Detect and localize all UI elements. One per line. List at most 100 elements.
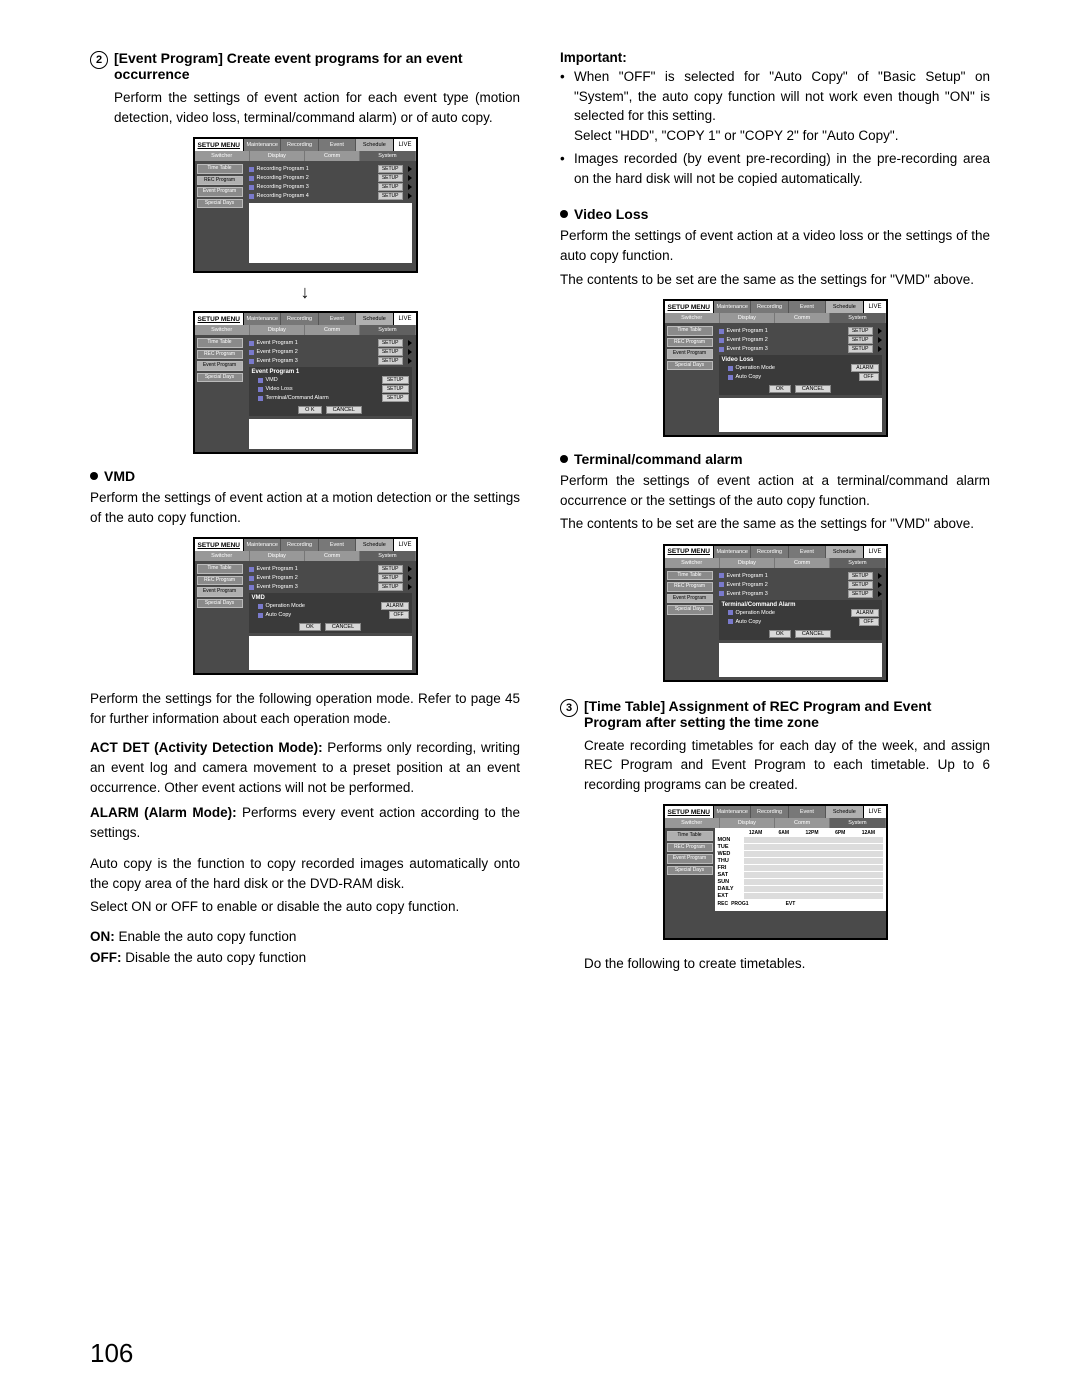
setup-btn: SETUP <box>378 165 403 173</box>
tab: Schedule <box>356 139 393 151</box>
subtab: Switcher <box>665 313 720 323</box>
setup-btn: SETUP <box>378 574 403 582</box>
vloss-title: Video Loss <box>574 206 648 222</box>
setup-btn: SETUP <box>378 192 403 200</box>
val-off: OFF <box>859 618 879 626</box>
circled-2-icon: 2 <box>90 51 108 69</box>
section-3-title: [Time Table] Assignment of REC Program a… <box>584 698 990 730</box>
row-label: Recording Program 2 <box>257 175 375 181</box>
row-label: Event Program 2 <box>257 349 375 355</box>
cancel-btn: CANCEL <box>325 623 361 631</box>
day-label: WED <box>718 851 742 857</box>
setup-menu-shot-1: SETUP MENU Maintenance Recording Event S… <box>193 137 418 273</box>
section-2-head: 2 [Event Program] Create event programs … <box>90 50 520 82</box>
live-label: LIVE <box>863 301 885 313</box>
box-title: Video Loss <box>722 357 879 363</box>
setup-btn: SETUP <box>848 336 873 344</box>
on-text: Enable the auto copy function <box>115 929 297 944</box>
tab: Recording <box>751 806 788 818</box>
important-item-2: Images recorded (by event pre-recording)… <box>560 149 990 188</box>
vloss-head: Video Loss <box>560 206 990 222</box>
section-2-p1: Perform the settings of event action for… <box>90 88 520 127</box>
side-btn: Time Table <box>667 831 713 841</box>
setup-btn: SETUP <box>848 327 873 335</box>
box-title: Event Program 1 <box>252 369 409 375</box>
subtab: System <box>360 151 415 161</box>
tab: Schedule <box>826 806 863 818</box>
box-row: Terminal/Command Alarm <box>266 395 329 401</box>
on-label: ON: <box>90 929 115 944</box>
vmd-head: VMD <box>90 468 520 484</box>
time-head: 12PM <box>798 830 826 836</box>
tri-icon <box>408 584 412 590</box>
section-3-p1: Create recording timetables for each day… <box>560 736 990 795</box>
important-list: When "OFF" is selected for "Auto Copy" o… <box>560 67 990 188</box>
setup-btn: SETUP <box>848 345 873 353</box>
side-btn: Event Program <box>197 587 243 597</box>
side-btn: REC Program <box>197 576 243 586</box>
box-title: VMD <box>252 595 409 601</box>
setup-btn: SETUP <box>848 572 873 580</box>
side-btn: Event Program <box>667 349 713 359</box>
tab: Event <box>789 301 826 313</box>
box-row: Auto Copy <box>736 619 762 625</box>
important-head: Important: <box>560 50 990 65</box>
alarm-label: ALARM (Alarm Mode): <box>90 805 237 820</box>
day-label: SUN <box>718 879 742 885</box>
side-btn: Time Table <box>667 571 713 581</box>
val-alarm: ALARM <box>851 609 878 617</box>
side-btn: Time Table <box>197 564 243 574</box>
setup-btn: SETUP <box>382 376 409 384</box>
tab: Schedule <box>356 539 393 551</box>
cancel-btn: CANCEL <box>795 385 831 393</box>
tca-title: Terminal/command alarm <box>574 451 743 467</box>
time-head: 6PM <box>826 830 854 836</box>
circled-3-icon: 3 <box>560 699 578 717</box>
tri-icon <box>878 328 882 334</box>
tab: Maintenance <box>244 139 281 151</box>
setup-menu-shot-4: SETUP MENU Maintenance Recording Event S… <box>663 299 888 437</box>
tab: Recording <box>281 539 318 551</box>
row-label: Event Program 2 <box>727 337 845 343</box>
imp1b-text: Select "HDD", "COPY 1" or "COPY 2" for "… <box>574 128 898 143</box>
shot-title: SETUP MENU <box>665 546 715 558</box>
ok-btn: O K <box>298 406 321 414</box>
tab: Schedule <box>356 313 393 325</box>
setup-btn: SETUP <box>848 581 873 589</box>
box-row: Auto Copy <box>266 612 292 618</box>
side-btn: Time Table <box>197 338 243 348</box>
side-btn: REC Program <box>197 176 243 186</box>
setup-btn: SETUP <box>378 174 403 182</box>
val-alarm: ALARM <box>851 364 878 372</box>
tca-p1: Perform the settings of event action at … <box>560 471 990 510</box>
tab: Recording <box>751 546 788 558</box>
row-label: Event Program 3 <box>727 346 845 352</box>
tab: Schedule <box>826 546 863 558</box>
tab: Recording <box>281 139 318 151</box>
tab: Schedule <box>826 301 863 313</box>
live-label: LIVE <box>393 313 415 325</box>
final-p: Do the following to create timetables. <box>560 954 990 974</box>
val-alarm: ALARM <box>381 602 408 610</box>
subtab: System <box>360 551 415 561</box>
subtab: Switcher <box>195 551 250 561</box>
subtab: Comm <box>775 558 830 568</box>
off-label: OFF: <box>90 950 122 965</box>
subtab: System <box>830 558 885 568</box>
row-label: Recording Program 3 <box>257 184 375 190</box>
shot-title: SETUP MENU <box>665 806 715 818</box>
act-det-label: ACT DET (Activity Detection Mode): <box>90 740 323 755</box>
side-btn: Event Program <box>667 594 713 604</box>
ok-btn: OK <box>769 630 791 638</box>
subtab: Display <box>250 551 305 561</box>
live-label: LIVE <box>863 806 885 818</box>
box-title: Terminal/Command Alarm <box>722 602 879 608</box>
subtab: System <box>830 818 885 828</box>
shot-title: SETUP MENU <box>195 313 245 325</box>
tab: Event <box>789 806 826 818</box>
setup-btn: SETUP <box>378 583 403 591</box>
tri-icon <box>408 358 412 364</box>
tri-icon <box>878 591 882 597</box>
subtab: Switcher <box>665 558 720 568</box>
alarm-def: ALARM (Alarm Mode): Performs every event… <box>90 803 520 842</box>
